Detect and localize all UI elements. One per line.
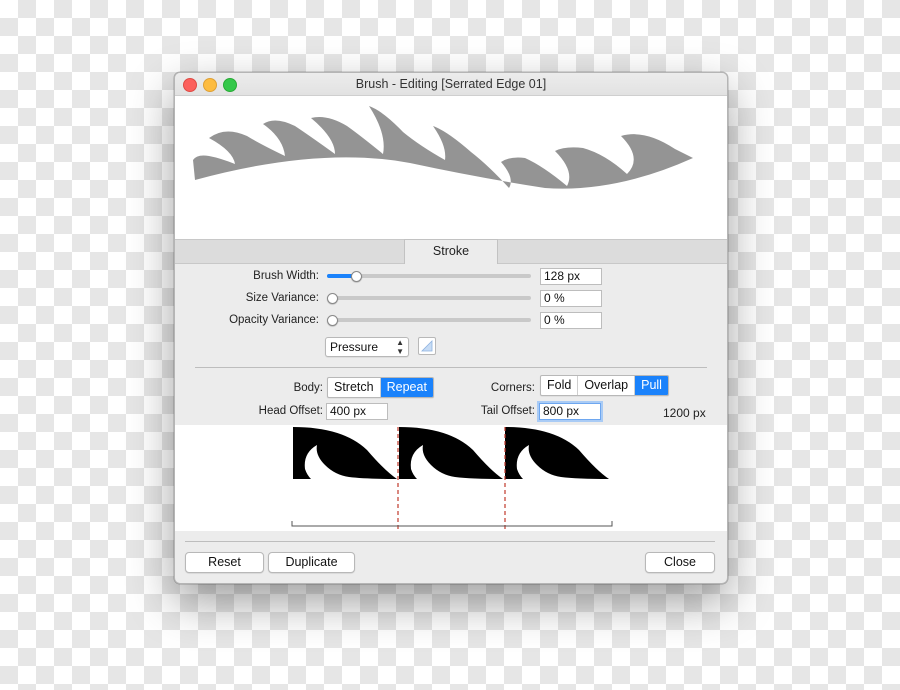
- body-option-stretch[interactable]: Stretch: [328, 378, 381, 397]
- size-variance-slider-knob[interactable]: [327, 292, 338, 304]
- up-down-chevron-icon: ▲ ▼: [396, 338, 404, 356]
- brush-editor-window: Brush - Editing [Serrated Edge 01] Strok…: [174, 72, 728, 584]
- brush-source-graphic: [291, 427, 613, 531]
- pressure-curve-icon: [421, 340, 433, 352]
- tail-offset-field[interactable]: 800 px: [539, 403, 601, 420]
- close-button[interactable]: Close: [645, 552, 715, 573]
- pressure-select[interactable]: Pressure ▲ ▼: [325, 337, 409, 357]
- tab-strip: Stroke: [175, 239, 727, 264]
- size-variance-label: Size Variance:: [245, 292, 319, 304]
- opacity-variance-label: Opacity Variance:: [229, 314, 319, 326]
- brush-length-readout: 1200 px: [663, 406, 706, 420]
- reset-button[interactable]: Reset: [185, 552, 264, 573]
- stroke-preview: [175, 96, 727, 239]
- section-divider: [195, 367, 707, 368]
- opacity-variance-field[interactable]: 0 %: [540, 312, 602, 329]
- head-offset-field[interactable]: 400 px: [326, 403, 388, 420]
- footer-divider: [185, 541, 715, 542]
- pressure-curve-button[interactable]: [418, 337, 436, 355]
- brush-width-label: Brush Width:: [253, 270, 319, 282]
- opacity-variance-slider[interactable]: [327, 314, 531, 326]
- brush-width-field[interactable]: 128 px: [540, 268, 602, 285]
- corners-label: Corners:: [490, 382, 535, 394]
- corners-segmented-control[interactable]: Fold Overlap Pull: [540, 375, 669, 396]
- size-variance-field[interactable]: 0 %: [540, 290, 602, 307]
- duplicate-button[interactable]: Duplicate: [268, 552, 355, 573]
- opacity-variance-slider-knob[interactable]: [327, 314, 338, 326]
- length-bracket: [291, 521, 613, 527]
- stroke-preview-graphic: [193, 106, 693, 189]
- wave-shape-2: [399, 427, 503, 479]
- size-variance-slider[interactable]: [327, 292, 531, 304]
- body-label: Body:: [293, 382, 323, 394]
- brush-width-slider[interactable]: [327, 270, 531, 282]
- title-bar[interactable]: Brush - Editing [Serrated Edge 01]: [175, 73, 727, 96]
- tail-offset-label: Tail Offset:: [480, 405, 535, 417]
- pressure-select-value: Pressure: [330, 340, 379, 354]
- serrated-stroke-shape: [193, 106, 693, 189]
- corners-option-pull[interactable]: Pull: [635, 376, 668, 395]
- wave-shapes: [293, 427, 609, 479]
- window-title: Brush - Editing [Serrated Edge 01]: [355, 77, 547, 91]
- corners-option-overlap[interactable]: Overlap: [578, 376, 636, 395]
- tab-stroke[interactable]: Stroke: [404, 239, 498, 264]
- body-segmented-control[interactable]: Stretch Repeat: [327, 377, 434, 398]
- wave-shape-1: [293, 427, 397, 479]
- head-offset-label: Head Offset:: [258, 405, 323, 417]
- corners-option-fold[interactable]: Fold: [541, 376, 579, 395]
- brush-width-slider-knob[interactable]: [351, 270, 362, 282]
- wave-shape-3: [505, 427, 609, 479]
- brush-source-preview: [175, 425, 727, 531]
- body-option-repeat[interactable]: Repeat: [380, 378, 433, 397]
